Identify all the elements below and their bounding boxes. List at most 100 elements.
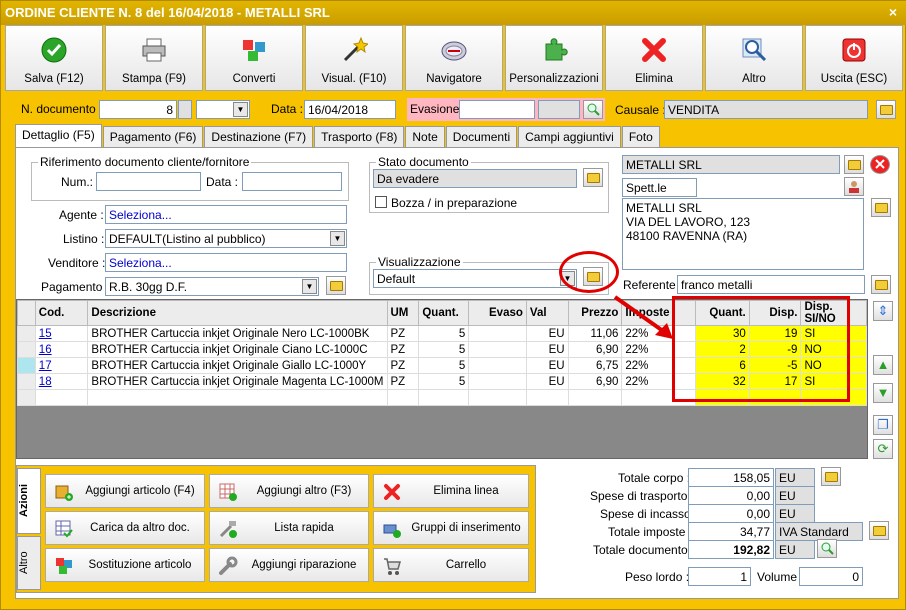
totale-documento-zoom-button[interactable]: [817, 539, 837, 558]
cell-um[interactable]: PZ: [386, 341, 420, 358]
causale-input[interactable]: VENDITA: [664, 100, 868, 119]
evasione-input[interactable]: [459, 100, 535, 119]
cliente-person-button[interactable]: [844, 177, 864, 196]
move-down-button[interactable]: ▼: [873, 383, 893, 403]
spese-trasporto-value[interactable]: 0,00: [688, 486, 774, 505]
empty-cell[interactable]: [525, 389, 569, 406]
cell-um[interactable]: PZ: [386, 325, 420, 342]
cell-evaso[interactable]: [468, 341, 527, 358]
empty-cell[interactable]: [386, 389, 420, 406]
cod-link[interactable]: 17: [39, 360, 52, 372]
cell-val[interactable]: EU: [525, 373, 569, 390]
col-header[interactable]: Evaso: [468, 300, 527, 326]
groups-button[interactable]: Gruppi di inserimento: [373, 511, 529, 545]
navigator-button[interactable]: Navigatore: [405, 25, 503, 91]
delete-line-button[interactable]: Elimina linea: [373, 474, 529, 508]
cliente-address-box[interactable]: METALLI SRL VIA DEL LAVORO, 123 48100 RA…: [622, 198, 864, 270]
cod-link[interactable]: 16: [39, 344, 52, 356]
cell-descr[interactable]: BROTHER Cartuccia inkjet Originale Nero …: [87, 325, 388, 342]
venditore-select[interactable]: Seleziona...: [105, 253, 347, 272]
move-top-button[interactable]: ⇕: [873, 301, 893, 321]
add-article-button[interactable]: Aggiungi articolo (F4): [45, 474, 205, 508]
col-header[interactable]: Cod.: [34, 300, 89, 326]
tab-pagamento[interactable]: Pagamento (F6): [102, 126, 204, 148]
visual-button[interactable]: Visual. (F10): [305, 25, 403, 91]
col-header[interactable]: UM: [386, 300, 420, 326]
print-button[interactable]: Stampa (F9): [105, 25, 203, 91]
stato-input[interactable]: Da evadere: [373, 169, 577, 188]
ndoc-series-select[interactable]: ▼: [196, 100, 250, 119]
cell-um[interactable]: PZ: [386, 357, 420, 374]
volume-value[interactable]: 0: [799, 567, 863, 586]
tab-documenti[interactable]: Documenti: [445, 126, 518, 148]
cell-descr[interactable]: BROTHER Cartuccia inkjet Originale Giall…: [87, 357, 388, 374]
causale-folder-button[interactable]: [876, 100, 896, 119]
empty-cell[interactable]: [34, 389, 89, 406]
delete-button[interactable]: Elimina: [605, 25, 703, 91]
tab-trasporto[interactable]: Trasporto (F8): [314, 126, 405, 148]
empty-cell[interactable]: [468, 389, 527, 406]
empty-cell[interactable]: [87, 389, 388, 406]
cod-link[interactable]: 15: [39, 328, 52, 340]
ndoc-input[interactable]: 8: [99, 100, 177, 119]
col-header[interactable]: Descrizione: [87, 300, 388, 326]
add-repair-button[interactable]: Aggiungi riparazione: [209, 548, 369, 582]
cliente-remove-button[interactable]: [870, 155, 890, 174]
cell-descr[interactable]: BROTHER Cartuccia inkjet Originale Ciano…: [87, 341, 388, 358]
cell-cod[interactable]: 18: [34, 373, 89, 390]
copy-row-button[interactable]: ❐: [873, 415, 893, 435]
tab-campi-aggiuntivi[interactable]: Campi aggiuntivi: [518, 126, 621, 148]
cell-evaso[interactable]: [468, 357, 527, 374]
date-input[interactable]: 16/04/2018: [304, 100, 396, 119]
cell-descr[interactable]: BROTHER Cartuccia inkjet Originale Magen…: [87, 373, 388, 390]
cell-prezzo[interactable]: 6,90: [567, 341, 623, 358]
empty-cell[interactable]: [418, 389, 470, 406]
tab-azioni[interactable]: Azioni: [17, 468, 41, 534]
tab-altro[interactable]: Altro: [17, 536, 41, 590]
replace-article-button[interactable]: Sostituzione articolo: [45, 548, 205, 582]
cell-evaso[interactable]: [468, 325, 527, 342]
move-up-button[interactable]: ▲: [873, 355, 893, 375]
cell-cod[interactable]: 16: [34, 341, 89, 358]
rif-data-input[interactable]: [242, 172, 342, 191]
pagamento-select[interactable]: R.B. 30gg D.F. ▼: [105, 277, 319, 296]
cell-qta[interactable]: 5: [418, 325, 470, 342]
cell-qta[interactable]: 5: [418, 357, 470, 374]
cell-cod[interactable]: 17: [34, 357, 89, 374]
convert-button[interactable]: Converti: [205, 25, 303, 91]
cell-evaso[interactable]: [468, 373, 527, 390]
bozza-checkbox[interactable]: [375, 196, 387, 208]
totale-corpo-folder-button[interactable]: [821, 467, 841, 486]
pagamento-folder-button[interactable]: [326, 276, 346, 295]
exit-button[interactable]: Uscita (ESC): [805, 25, 903, 91]
cell-um[interactable]: PZ: [386, 373, 420, 390]
tab-foto[interactable]: Foto: [621, 126, 660, 148]
cliente-folder-button[interactable]: [844, 155, 864, 174]
refresh-button[interactable]: ⟳: [873, 439, 893, 459]
spese-incasso-value[interactable]: 0,00: [688, 504, 774, 523]
stato-folder-button[interactable]: [583, 168, 603, 187]
empty-cell[interactable]: [567, 389, 623, 406]
cell-val[interactable]: EU: [525, 325, 569, 342]
cart-button[interactable]: Carrello: [373, 548, 529, 582]
load-doc-button[interactable]: Carica da altro doc.: [45, 511, 205, 545]
cod-link[interactable]: 18: [39, 376, 52, 388]
cliente-name-input[interactable]: METALLI SRL: [622, 155, 840, 174]
save-button[interactable]: Salva (F12): [5, 25, 103, 91]
cell-val[interactable]: EU: [525, 357, 569, 374]
cell-prezzo[interactable]: 6,90: [567, 373, 623, 390]
customize-button[interactable]: Personalizzazioni: [505, 25, 603, 91]
referente-folder-button[interactable]: [871, 275, 891, 294]
other-button[interactable]: Altro: [705, 25, 803, 91]
tab-note[interactable]: Note: [405, 126, 445, 148]
referente-input[interactable]: franco metalli: [677, 275, 865, 294]
imposte-folder-button[interactable]: [869, 521, 889, 540]
close-window-button[interactable]: ×: [889, 4, 897, 20]
cell-prezzo[interactable]: 6,75: [567, 357, 623, 374]
tab-destinazione[interactable]: Destinazione (F7): [204, 126, 314, 148]
tab-dettaglio[interactable]: Dettaglio (F5): [15, 124, 102, 148]
quick-list-button[interactable]: Lista rapida: [209, 511, 369, 545]
cell-cod[interactable]: 15: [34, 325, 89, 342]
address-folder-button[interactable]: [871, 198, 891, 217]
cell-val[interactable]: EU: [525, 341, 569, 358]
